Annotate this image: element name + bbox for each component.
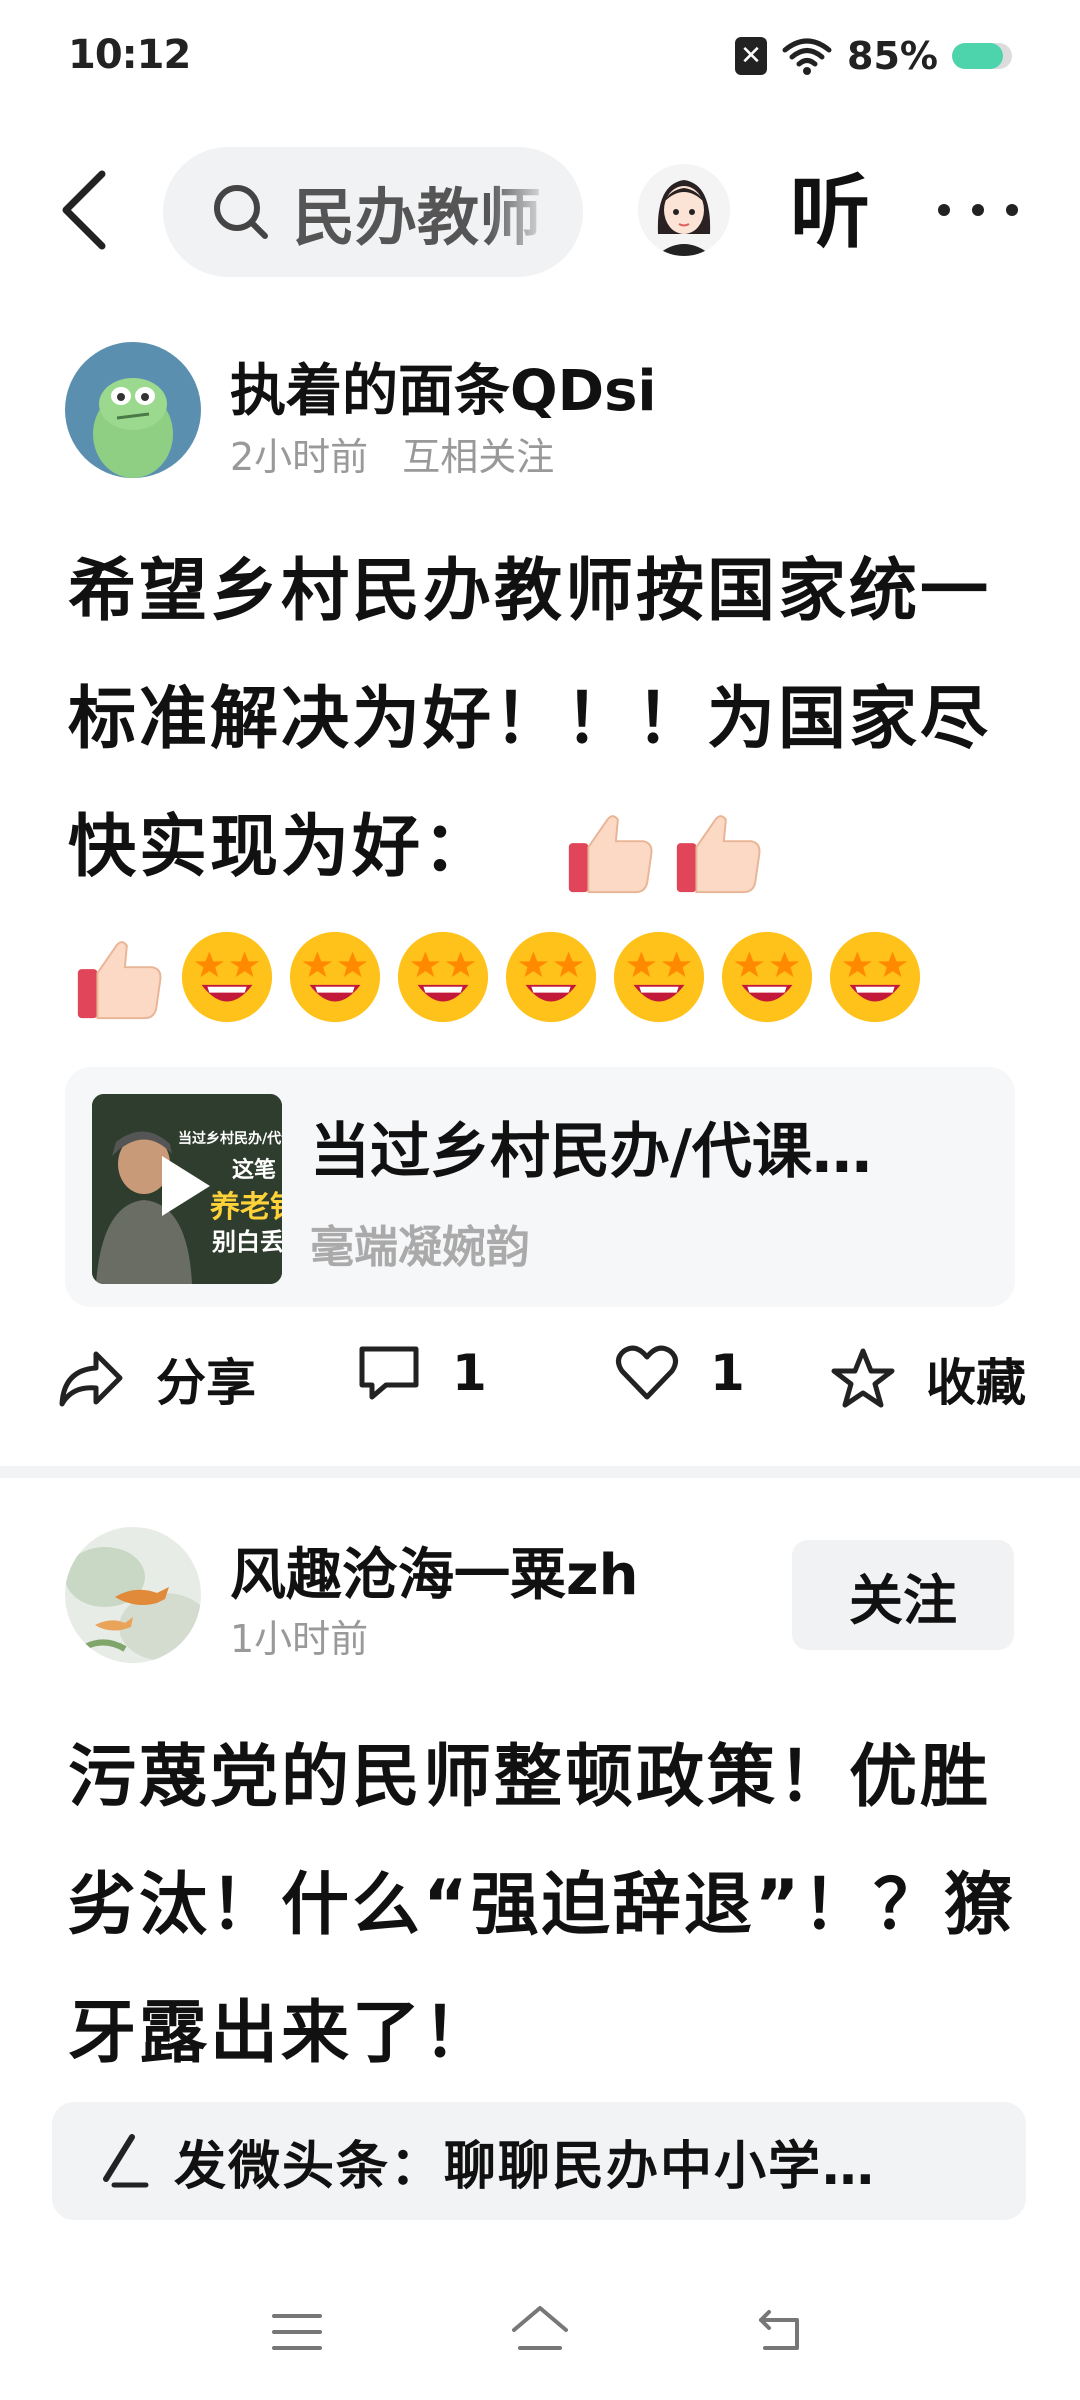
search-query: 民办教师 bbox=[293, 181, 542, 254]
listen-button[interactable]: 听 bbox=[790, 163, 870, 263]
heart-icon bbox=[616, 1345, 678, 1400]
star-eyes-emoji-icon bbox=[829, 931, 921, 1023]
star-eyes-emoji-icon bbox=[721, 931, 813, 1023]
video-thumbnail[interactable]: 当过乡村民办/代课 这笔 养老钱 别白丢 bbox=[92, 1094, 282, 1284]
thumb-caption-2: 这笔 bbox=[232, 1158, 277, 1183]
thumb-caption-3: 养老钱 bbox=[210, 1190, 282, 1225]
relation-text: 互相关注 bbox=[402, 435, 555, 479]
pen-icon bbox=[103, 2134, 149, 2188]
link-card[interactable]: 当过乡村民办/代课 这笔 养老钱 别白丢 当过乡村民办/代课… 毫端凝婉韵 bbox=[65, 1067, 1015, 1307]
post-body[interactable]: 污蔑党的民师整顿政策！优胜劣汰！什么“强迫辞退”！？獠牙露出来了！ bbox=[68, 1714, 1028, 2098]
emoji-row bbox=[70, 928, 924, 1026]
dot-icon bbox=[972, 204, 984, 216]
battery-percent: 85% bbox=[847, 34, 938, 78]
back-button[interactable] bbox=[52, 160, 122, 260]
battery-icon bbox=[952, 43, 1012, 69]
battery-fill bbox=[952, 43, 1003, 69]
chevron-left-icon bbox=[62, 170, 106, 250]
post-divider bbox=[0, 1466, 1080, 1478]
link-card-source: 毫端凝婉韵 bbox=[310, 1222, 530, 1273]
home-button[interactable] bbox=[510, 2304, 570, 2360]
like-count: 1 bbox=[710, 1344, 745, 1402]
star-eyes-emoji-icon bbox=[397, 931, 489, 1023]
search-bar[interactable]: 民办教师 bbox=[163, 147, 583, 277]
home-icon bbox=[512, 2306, 568, 2350]
favorite-label: 收藏 bbox=[926, 1354, 1026, 1412]
thumbs-up-icon bbox=[77, 941, 162, 1020]
share-label: 分享 bbox=[156, 1354, 256, 1412]
frog-avatar-icon bbox=[65, 342, 201, 478]
post-body-text: 希望乡村民办教师按国家统一标准解决为好！！！为国家尽快实现为好： bbox=[68, 552, 992, 887]
post-time: 2小时前 互相关注 bbox=[230, 426, 554, 481]
search-icon bbox=[214, 185, 268, 239]
system-nav-bar bbox=[0, 2290, 1080, 2380]
publish-prompt: 发微头条：聊聊民办中小学… bbox=[174, 2136, 877, 2197]
star-eyes-emoji-icon bbox=[613, 931, 705, 1023]
menu-button[interactable] bbox=[270, 2310, 324, 2358]
share-button[interactable]: 分享 bbox=[56, 1343, 256, 1415]
status-time: 10:12 bbox=[68, 32, 191, 78]
status-icons: ✕ 85% bbox=[735, 34, 1012, 78]
more-options-button[interactable] bbox=[938, 180, 1018, 240]
post-time: 1小时前 bbox=[230, 1617, 369, 1661]
back-nav-button[interactable] bbox=[755, 2306, 805, 2360]
star-icon bbox=[831, 1348, 895, 1408]
menu-icon bbox=[272, 2314, 322, 2350]
thumbs-up-icon bbox=[568, 815, 653, 894]
author-avatar[interactable] bbox=[65, 1527, 201, 1663]
comment-icon bbox=[359, 1346, 419, 1400]
thumb-caption-1: 当过乡村民办/代课 bbox=[178, 1131, 282, 1147]
wifi-icon bbox=[782, 38, 832, 75]
publish-bar[interactable]: 发微头条：聊聊民办中小学… bbox=[52, 2102, 1026, 2220]
like-button[interactable]: 1 bbox=[614, 1343, 745, 1403]
link-card-title: 当过乡村民办/代课… bbox=[310, 1117, 872, 1187]
koi-avatar-icon bbox=[65, 1527, 201, 1663]
back-arrow-icon bbox=[759, 2310, 799, 2350]
author-avatar[interactable] bbox=[65, 342, 201, 478]
thumb-caption-4: 别白丢 bbox=[212, 1228, 282, 1256]
post-body[interactable]: 希望乡村民办教师按国家统一标准解决为好！！！为国家尽快实现为好： bbox=[68, 528, 1028, 912]
star-eyes-emoji-icon bbox=[289, 931, 381, 1023]
comment-count: 1 bbox=[452, 1344, 487, 1402]
author-name[interactable]: 执着的面条QDsi bbox=[230, 346, 657, 427]
dot-icon bbox=[1006, 204, 1018, 216]
post-time-text: 2小时前 bbox=[230, 435, 369, 479]
avatar-illustration bbox=[638, 164, 730, 256]
no-sim-icon: ✕ bbox=[735, 37, 768, 75]
star-eyes-emoji-icon bbox=[505, 931, 597, 1023]
star-eyes-emoji-icon bbox=[181, 931, 273, 1023]
author-name[interactable]: 风趣沧海一粟zh bbox=[230, 1530, 638, 1611]
emoji-group-1 bbox=[561, 802, 767, 900]
comment-button[interactable]: 1 bbox=[356, 1343, 487, 1403]
favorite-button[interactable]: 收藏 bbox=[830, 1343, 1026, 1415]
thumbs-up-icon bbox=[676, 815, 761, 894]
user-avatar[interactable] bbox=[638, 164, 730, 256]
share-icon bbox=[59, 1351, 123, 1407]
follow-button[interactable]: 关注 bbox=[792, 1540, 1014, 1650]
dot-icon bbox=[938, 204, 950, 216]
